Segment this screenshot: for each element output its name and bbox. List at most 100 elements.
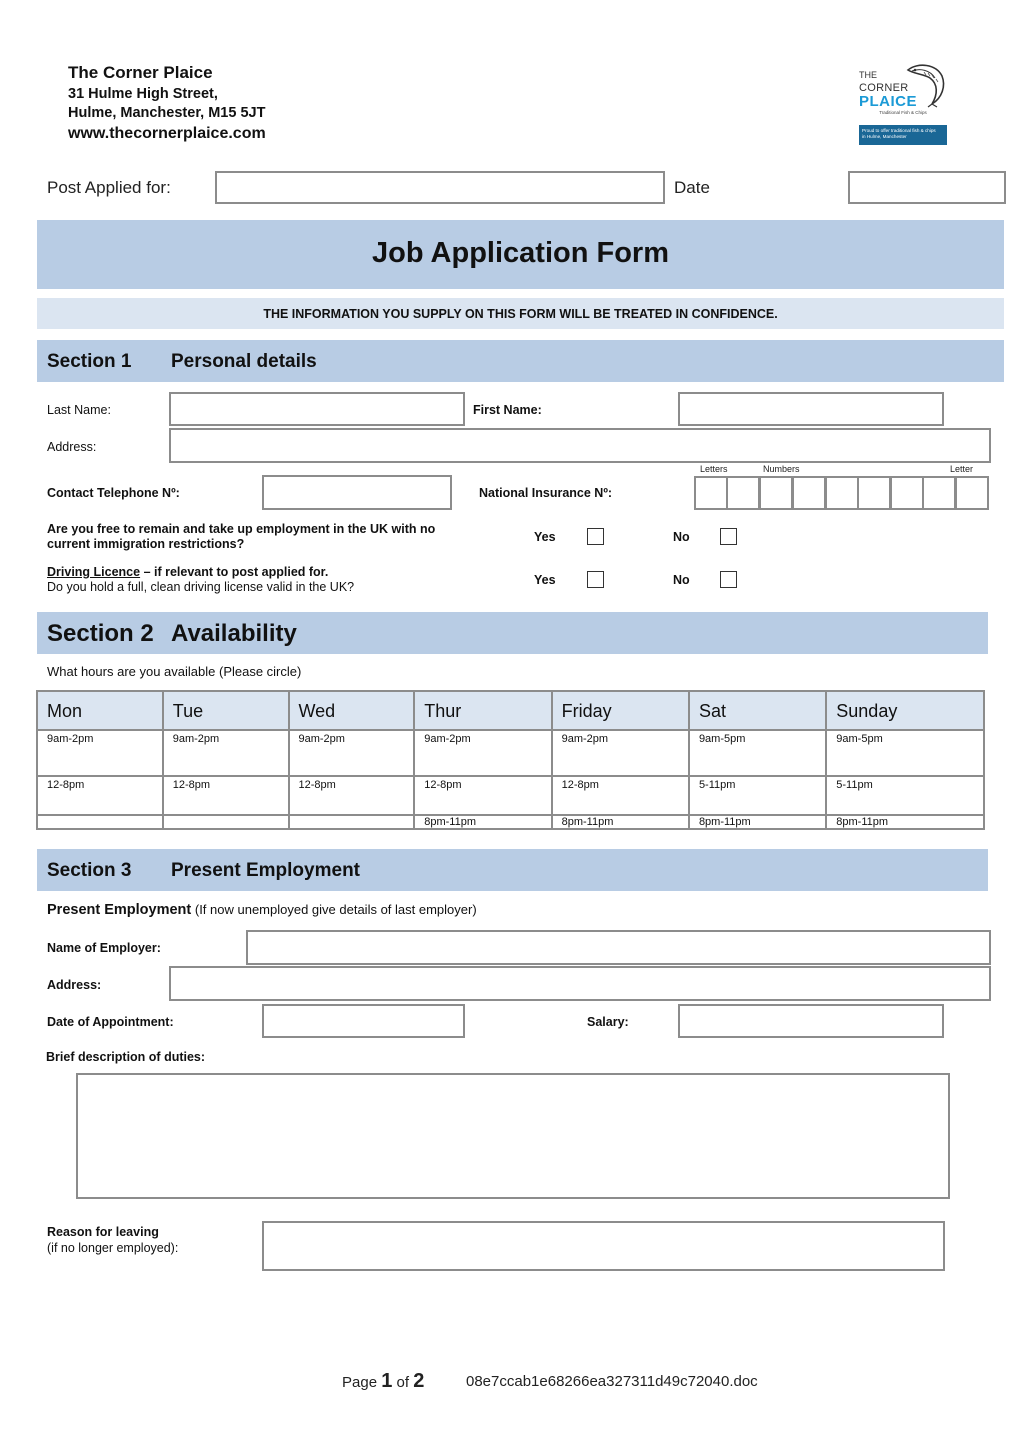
availability-slot[interactable]: 9am-2pm bbox=[550, 729, 690, 777]
company-address-line2: Hulme, Manchester, M15 5JT bbox=[68, 105, 266, 121]
day-header-friday: Friday bbox=[550, 690, 690, 731]
logo-text-plaice: PLAICE bbox=[859, 93, 918, 110]
immigration-question-line2: current immigration restrictions? bbox=[47, 537, 245, 551]
section1-title: Personal details bbox=[171, 351, 317, 372]
national-insurance-label: National Insurance Nº: bbox=[479, 486, 613, 500]
address-field[interactable] bbox=[169, 428, 991, 463]
reason-for-leaving-sub: (if no longer employed): bbox=[47, 1241, 179, 1255]
last-name-field[interactable] bbox=[169, 392, 465, 426]
ni-box-4[interactable] bbox=[792, 476, 826, 510]
day-header-sat: Sat bbox=[687, 690, 828, 731]
date-field[interactable] bbox=[848, 171, 1006, 204]
day-header-thur: Thur bbox=[413, 690, 553, 731]
availability-slot[interactable]: 8pm-11pm bbox=[413, 814, 553, 830]
table-row: 8pm-11pm 8pm-11pm 8pm-11pm 8pm-11pm bbox=[36, 814, 985, 830]
immigration-no-checkbox[interactable] bbox=[720, 528, 737, 545]
logo-badge-line2: in Hulme, Manchester bbox=[862, 134, 907, 139]
availability-slot[interactable] bbox=[287, 814, 416, 830]
availability-slot[interactable]: 12-8pm bbox=[161, 775, 290, 816]
day-header-mon: Mon bbox=[36, 690, 164, 731]
driving-yes-label: Yes bbox=[534, 573, 556, 587]
present-employment-intro-rest: (If now unemployed give details of last … bbox=[191, 902, 477, 917]
availability-slot[interactable] bbox=[161, 814, 290, 830]
employer-name-field[interactable] bbox=[246, 930, 991, 965]
ni-hint-letter: Letter bbox=[950, 464, 974, 474]
availability-slot[interactable]: 5-11pm bbox=[687, 775, 828, 816]
immigration-question-line1: Are you free to remain and take up emplo… bbox=[47, 522, 436, 536]
salary-field[interactable] bbox=[678, 1004, 944, 1038]
table-row: 9am-2pm 9am-2pm 9am-2pm 9am-2pm 9am-2pm … bbox=[36, 729, 985, 777]
driving-no-checkbox[interactable] bbox=[720, 571, 737, 588]
immigration-yes-label: Yes bbox=[534, 530, 556, 544]
page-number: Page 1 of 2 bbox=[342, 1370, 424, 1393]
driving-yes-checkbox[interactable] bbox=[587, 571, 604, 588]
availability-slot[interactable]: 9am-5pm bbox=[687, 729, 828, 777]
availability-slot[interactable]: 12-8pm bbox=[287, 775, 416, 816]
reason-for-leaving-label: Reason for leaving (if no longer employe… bbox=[47, 1224, 178, 1256]
reason-for-leaving-field[interactable] bbox=[262, 1221, 945, 1271]
ni-box-3[interactable] bbox=[759, 476, 793, 510]
section2-header: Section 2 Availability bbox=[37, 612, 988, 654]
availability-slot[interactable]: 8pm-11pm bbox=[825, 814, 985, 830]
telephone-field[interactable] bbox=[262, 475, 452, 510]
driving-question: Driving Licence – if relevant to post ap… bbox=[47, 565, 354, 595]
ni-box-9[interactable] bbox=[955, 476, 989, 510]
company-address-line1: 31 Hulme High Street, bbox=[68, 86, 218, 102]
present-employment-intro: Present Employment (If now unemployed gi… bbox=[47, 902, 477, 918]
ni-box-1[interactable] bbox=[694, 476, 728, 510]
availability-slot[interactable]: 12-8pm bbox=[550, 775, 690, 816]
availability-table: Mon Tue Wed Thur Friday Sat Sunday 9am-2… bbox=[36, 690, 985, 830]
document-filename: 08e7ccab1e68266ea327311d49c72040.doc bbox=[466, 1373, 758, 1390]
availability-slot[interactable]: 8pm-11pm bbox=[687, 814, 828, 830]
availability-slot[interactable]: 12-8pm bbox=[36, 775, 164, 816]
page-title: Job Application Form bbox=[372, 237, 669, 269]
duties-label: Brief description of duties: bbox=[46, 1050, 206, 1064]
reason-for-leaving-title: Reason for leaving bbox=[47, 1225, 159, 1239]
salary-label: Salary: bbox=[587, 1015, 629, 1029]
company-name: The Corner Plaice bbox=[68, 63, 213, 82]
present-employment-intro-bold: Present Employment bbox=[47, 902, 192, 918]
section2-title: Availability bbox=[171, 620, 297, 647]
availability-slot[interactable]: 9am-2pm bbox=[413, 729, 553, 777]
availability-slot[interactable]: 9am-2pm bbox=[287, 729, 416, 777]
availability-slot[interactable]: 9am-2pm bbox=[36, 729, 164, 777]
driving-licence-question: Do you hold a full, clean driving licens… bbox=[47, 580, 355, 594]
ni-box-5[interactable] bbox=[825, 476, 859, 510]
day-header-sunday: Sunday bbox=[825, 690, 985, 731]
availability-slot[interactable]: 9am-2pm bbox=[161, 729, 290, 777]
address-label: Address: bbox=[47, 440, 97, 454]
first-name-label: First Name: bbox=[473, 403, 542, 417]
section1-header: Section 1 Personal details bbox=[37, 340, 1004, 382]
ni-box-8[interactable] bbox=[922, 476, 956, 510]
availability-header-row: Mon Tue Wed Thur Friday Sat Sunday bbox=[36, 690, 985, 731]
ni-box-2[interactable] bbox=[726, 476, 760, 510]
confidential-notice: THE INFORMATION YOU SUPPLY ON THIS FORM … bbox=[263, 307, 778, 321]
first-name-field[interactable] bbox=[678, 392, 944, 426]
ni-box-6[interactable] bbox=[857, 476, 891, 510]
confidential-banner: THE INFORMATION YOU SUPPLY ON THIS FORM … bbox=[37, 298, 1004, 329]
ni-hint-numbers: Numbers bbox=[763, 464, 800, 474]
section3-title: Present Employment bbox=[171, 860, 360, 881]
company-logo: THE CORNER PLAICE Traditional Fish & Chi… bbox=[858, 60, 950, 148]
availability-instruction: What hours are you available (Please cir… bbox=[47, 664, 302, 679]
employer-address-field[interactable] bbox=[169, 966, 991, 1001]
post-applied-field[interactable] bbox=[215, 171, 665, 204]
availability-slot[interactable]: 5-11pm bbox=[825, 775, 985, 816]
duties-textarea[interactable] bbox=[76, 1073, 950, 1199]
availability-slot[interactable]: 12-8pm bbox=[413, 775, 553, 816]
availability-slot[interactable]: 8pm-11pm bbox=[550, 814, 690, 830]
availability-slot[interactable]: 9am-5pm bbox=[825, 729, 985, 777]
page-total: 2 bbox=[413, 1370, 425, 1392]
section1-number: Section 1 bbox=[47, 351, 132, 372]
section2-number: Section 2 bbox=[47, 620, 154, 647]
ni-box-7[interactable] bbox=[890, 476, 924, 510]
immigration-yes-checkbox[interactable] bbox=[587, 528, 604, 545]
driving-licence-suffix: – if relevant to post applied for. bbox=[140, 565, 329, 579]
appointment-date-field[interactable] bbox=[262, 1004, 465, 1038]
ni-hint-letters: Letters bbox=[700, 464, 728, 474]
employer-name-label: Name of Employer: bbox=[47, 941, 161, 955]
post-applied-label: Post Applied for: bbox=[47, 178, 171, 197]
telephone-label: Contact Telephone Nº: bbox=[47, 486, 180, 500]
page-word: Page bbox=[342, 1374, 378, 1391]
availability-slot[interactable] bbox=[36, 814, 164, 830]
